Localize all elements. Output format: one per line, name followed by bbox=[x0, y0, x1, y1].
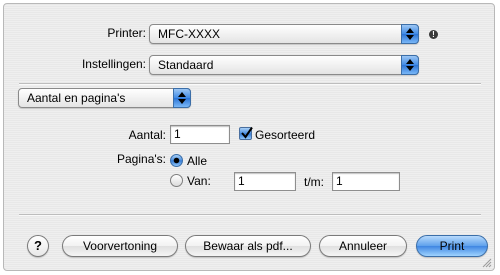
stepper-arrows-icon bbox=[401, 55, 419, 75]
pages-all-radio[interactable] bbox=[170, 154, 183, 167]
info-icon[interactable]: ! bbox=[429, 30, 438, 39]
printer-value: MFC-XXXX bbox=[158, 27, 221, 41]
print-button[interactable]: Print bbox=[416, 235, 488, 257]
cancel-button[interactable]: Annuleer bbox=[319, 235, 407, 257]
presets-value: Standaard bbox=[158, 58, 214, 72]
resize-grip-icon[interactable] bbox=[482, 258, 492, 268]
save-pdf-button[interactable]: Bewaar als pdf... bbox=[185, 235, 311, 257]
panel-popup[interactable]: Aantal en pagina's bbox=[18, 88, 191, 108]
presets-popup[interactable]: Standaard bbox=[149, 55, 419, 75]
presets-label: Instellingen: bbox=[81, 57, 146, 71]
divider-bottom bbox=[19, 214, 481, 216]
collated-label: Gesorteerd bbox=[255, 128, 316, 142]
printer-label: Printer: bbox=[107, 26, 146, 40]
preview-button[interactable]: Voorvertoning bbox=[62, 235, 178, 257]
help-button[interactable]: ? bbox=[27, 235, 49, 257]
panel-value: Aantal en pagina's bbox=[27, 91, 126, 105]
copies-field[interactable]: 1 bbox=[170, 125, 230, 144]
copies-label: Aantal: bbox=[128, 128, 166, 142]
pages-to-field[interactable]: 1 bbox=[332, 172, 400, 191]
collated-checkbox[interactable] bbox=[239, 126, 253, 140]
pages-range-radio[interactable] bbox=[170, 174, 183, 187]
pages-label: Pagina's: bbox=[117, 152, 166, 166]
pages-from-label: Van: bbox=[187, 174, 211, 188]
stepper-arrows-icon bbox=[401, 24, 419, 44]
printer-popup[interactable]: MFC-XXXX bbox=[149, 24, 419, 44]
print-dialog: Printer: MFC-XXXX ! Instellingen: Standa… bbox=[3, 3, 495, 271]
pages-to-label: t/m: bbox=[304, 175, 324, 189]
checkmark-icon bbox=[241, 126, 253, 139]
stepper-arrows-icon bbox=[173, 88, 191, 108]
pages-all-label: Alle bbox=[187, 154, 208, 168]
divider-top bbox=[19, 83, 481, 85]
pages-from-field[interactable]: 1 bbox=[234, 172, 296, 191]
